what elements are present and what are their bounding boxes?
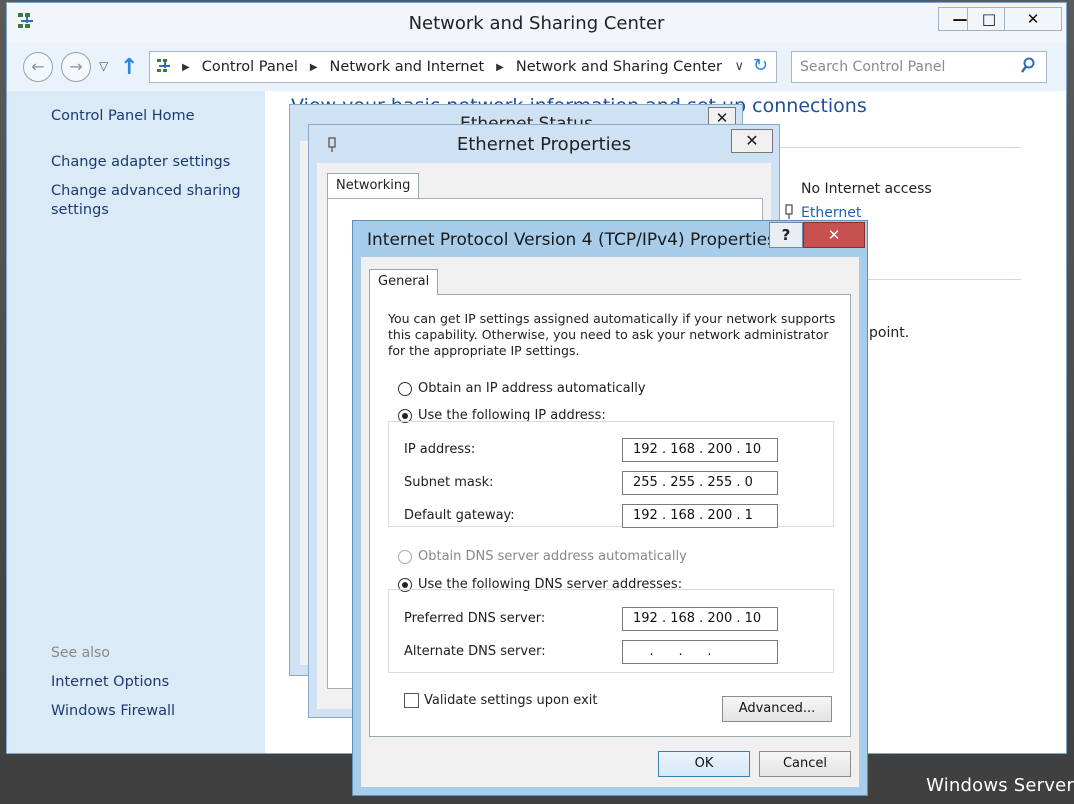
- breadcrumb-item-control-panel[interactable]: Control Panel: [202, 59, 298, 75]
- default-gateway-label: Default gateway:: [404, 508, 515, 523]
- radio-label: Obtain DNS server address automatically: [418, 549, 687, 564]
- up-arrow-icon[interactable]: ↑: [120, 55, 138, 80]
- forward-arrow-icon[interactable]: →: [61, 52, 91, 82]
- content-fragment: point.: [869, 325, 910, 341]
- breadcrumb[interactable]: ▶ Control Panel ▶ Network and Internet ▶…: [149, 51, 777, 83]
- cancel-button[interactable]: Cancel: [759, 751, 851, 777]
- breadcrumb-item-network-and-internet[interactable]: Network and Internet: [330, 59, 485, 75]
- back-arrow-icon[interactable]: ←: [23, 52, 53, 82]
- radio-button[interactable]: [398, 381, 412, 396]
- tab-networking[interactable]: Networking: [327, 173, 420, 199]
- ipv4-close-button[interactable]: ✕: [803, 222, 865, 248]
- subnet-mask-label: Subnet mask:: [404, 475, 494, 490]
- address-history-chevron-icon[interactable]: ∨: [734, 59, 744, 74]
- search-box[interactable]: [791, 51, 1047, 83]
- sidebar-item-change-adapter-settings[interactable]: Change adapter settings: [51, 153, 230, 172]
- ipv4-properties-dialog: Internet Protocol Version 4 (TCP/IPv4) P…: [352, 220, 868, 796]
- ethernet-properties-close-button[interactable]: ✕: [731, 129, 773, 153]
- search-icon[interactable]: [1020, 57, 1036, 75]
- sidebar-item-internet-options[interactable]: Internet Options: [51, 673, 169, 692]
- refresh-icon[interactable]: ↻: [753, 55, 768, 76]
- default-gateway-field[interactable]: 192 . 168 . 200 . 1: [622, 504, 778, 528]
- radio-obtain-ip-auto[interactable]: Obtain an IP address automatically: [398, 381, 646, 396]
- general-panel: You can get IP settings assigned automat…: [369, 294, 851, 737]
- preferred-dns-label: Preferred DNS server:: [404, 611, 546, 626]
- sidebar-item-change-advanced-sharing[interactable]: Change advanced sharing settings: [51, 182, 241, 220]
- help-button[interactable]: ?: [769, 222, 803, 248]
- alternate-dns-label: Alternate DNS server:: [404, 644, 546, 659]
- radio-label: Obtain an IP address automatically: [418, 381, 646, 396]
- recent-locations-chevron-icon[interactable]: ▽: [99, 59, 108, 73]
- ethernet-adapter-icon: [785, 204, 793, 219]
- sidebar-item-windows-firewall[interactable]: Windows Firewall: [51, 702, 175, 721]
- search-input[interactable]: [798, 57, 1008, 77]
- control-panel-icon: [157, 59, 170, 72]
- close-button[interactable]: ✕: [1004, 7, 1062, 31]
- ip-settings-description: You can get IP settings assigned automat…: [388, 311, 836, 358]
- breadcrumb-separator-icon: ▶: [182, 61, 190, 73]
- ethernet-properties-title: Ethernet Properties: [456, 134, 632, 155]
- ip-address-field[interactable]: 192 . 168 . 200 . 10: [622, 438, 778, 462]
- ipv4-dialog-title: Internet Protocol Version 4 (TCP/IPv4) P…: [367, 230, 776, 250]
- tab-general[interactable]: General: [369, 269, 439, 295]
- ethernet-connection-link[interactable]: Ethernet: [801, 205, 861, 221]
- breadcrumb-separator-icon[interactable]: ▶: [310, 62, 318, 73]
- radio-button-disabled[interactable]: [398, 549, 412, 564]
- radio-obtain-dns-auto[interactable]: Obtain DNS server address automatically: [398, 549, 687, 564]
- window-title: Network and Sharing Center: [408, 13, 665, 34]
- address-bar: ← → ▽ ↑ ▶ Control Panel ▶ Network and In…: [7, 45, 1066, 89]
- access-type-value: No Internet access: [801, 181, 932, 197]
- validate-settings-checkbox[interactable]: Validate settings upon exit: [404, 693, 597, 708]
- windows-server-brand: Windows Server: [926, 775, 1074, 796]
- ok-button[interactable]: OK: [658, 751, 750, 777]
- see-also-heading: See also: [51, 645, 110, 661]
- breadcrumb-item-network-and-sharing-center[interactable]: Network and Sharing Center: [516, 59, 722, 75]
- preferred-dns-field[interactable]: 192 . 168 . 200 . 10: [622, 607, 778, 631]
- subnet-mask-field[interactable]: 255 . 255 . 255 . 0: [622, 471, 778, 495]
- title-bar: Network and Sharing Center — □ ✕: [7, 3, 1066, 43]
- sidebar-item-control-panel-home[interactable]: Control Panel Home: [51, 107, 195, 126]
- advanced-button[interactable]: Advanced...: [722, 696, 832, 722]
- checkbox-label: Validate settings upon exit: [424, 693, 598, 708]
- sidebar: Control Panel Home Change adapter settin…: [7, 91, 265, 753]
- checkbox[interactable]: [404, 693, 419, 708]
- alternate-dns-field[interactable]: . . .: [622, 640, 778, 664]
- ipv4-dialog-body: General You can get IP settings assigned…: [361, 257, 859, 787]
- divider: [765, 147, 1021, 148]
- ip-address-label: IP address:: [404, 442, 476, 457]
- breadcrumb-separator-icon[interactable]: ▶: [496, 62, 504, 73]
